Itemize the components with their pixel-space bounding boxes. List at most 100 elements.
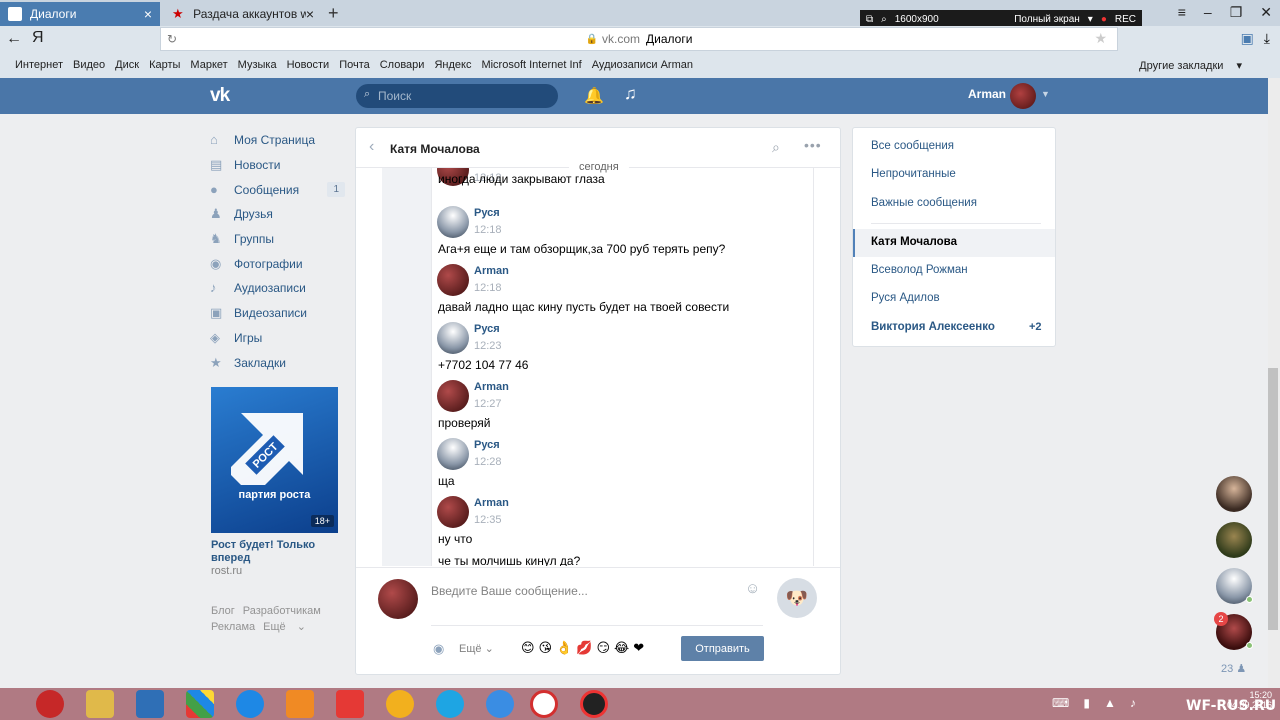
bookmark-item[interactable]: Новости <box>287 59 330 71</box>
dialog-item[interactable]: Всеволод Рожман <box>871 264 968 276</box>
avatar[interactable] <box>437 496 469 528</box>
new-tab-button[interactable]: + <box>328 3 339 24</box>
attach-more-button[interactable]: Ещё ⌄ <box>459 642 494 655</box>
yandex-browser-icon[interactable] <box>530 690 558 718</box>
power-icon[interactable] <box>36 690 64 718</box>
bookmark-item[interactable]: Интернет <box>15 59 63 71</box>
media-player-icon[interactable] <box>286 690 314 718</box>
app-icon[interactable] <box>136 690 164 718</box>
bookmark-item[interactable]: Microsoft Internet Inf <box>481 59 581 71</box>
chevron-down-icon[interactable]: ▼ <box>1041 89 1050 99</box>
footer-more[interactable]: Ещё ⌄ <box>263 621 306 633</box>
chevron-down-icon[interactable]: ▾ <box>1088 14 1093 25</box>
app-c-icon[interactable] <box>486 690 514 718</box>
close-icon[interactable]: × <box>306 6 314 22</box>
bookmark-item[interactable]: Музыка <box>238 59 277 71</box>
back-arrow-icon[interactable]: ← <box>6 30 22 48</box>
folder-icon[interactable] <box>86 690 114 718</box>
dialog-item[interactable]: Виктория Алексеенко <box>871 321 995 333</box>
nav-item-messages[interactable]: ● Сообщения 1 <box>210 177 345 202</box>
avatar[interactable] <box>437 322 469 354</box>
bell-icon[interactable]: 🔔 <box>584 86 604 106</box>
download-icon[interactable]: ⤓ <box>1264 30 1270 47</box>
recorder-icon[interactable] <box>580 690 608 718</box>
filter-unread[interactable]: Непрочитанные <box>871 168 956 180</box>
nav-item-news[interactable]: ▤ Новости <box>210 153 345 178</box>
other-bookmarks[interactable]: Другие закладки ▾ <box>1139 59 1242 72</box>
volume-icon[interactable]: ♪ <box>1130 696 1136 710</box>
nav-item-video[interactable]: ▣ Видеозаписи <box>210 301 345 326</box>
battery-icon[interactable]: ▮ <box>1083 696 1090 710</box>
friend-avatar[interactable]: 2 <box>1214 612 1253 650</box>
message-author[interactable]: Руся <box>474 207 500 219</box>
user-name[interactable]: Arman <box>968 87 1006 101</box>
friend-avatar[interactable] <box>1216 568 1253 604</box>
filter-important[interactable]: Важные сообщения <box>871 197 977 209</box>
bookmark-item[interactable]: Диск <box>115 59 139 71</box>
search-icon[interactable]: ⌕ <box>772 139 780 156</box>
bookmark-item[interactable]: Видео <box>73 59 105 71</box>
message-author[interactable]: Руся <box>474 323 500 335</box>
dialog-item[interactable]: Катя Мочалова <box>871 236 957 248</box>
keyboard-icon[interactable]: ⌨ <box>1052 696 1069 710</box>
menu-icon[interactable]: ≡ <box>1178 4 1186 21</box>
music-note-icon[interactable]: ♫ <box>624 84 637 104</box>
message-author[interactable]: Arman <box>474 497 509 509</box>
address-bar[interactable]: ↻ 🔒 vk.com Диалоги ★ <box>160 27 1118 51</box>
nav-item-groups[interactable]: ♞ Группы <box>210 227 345 252</box>
message-author[interactable]: Arman <box>474 265 509 277</box>
more-dots-icon[interactable]: ••• <box>804 137 822 153</box>
bookmark-item[interactable]: Аудиозаписи Arman <box>592 59 693 71</box>
chat-title[interactable]: Катя Мочалова <box>390 142 480 156</box>
tab-dialogs[interactable]: Диалоги × <box>0 2 160 26</box>
send-button[interactable]: Отправить <box>681 636 764 661</box>
recorder-rec[interactable]: REC <box>1115 14 1136 25</box>
chevron-left-icon[interactable]: ‹ <box>369 138 374 156</box>
vk-logo-icon[interactable]: vk <box>210 85 240 106</box>
bookmark-item[interactable]: Маркет <box>190 59 227 71</box>
bookmark-item[interactable]: Карты <box>149 59 180 71</box>
search-input[interactable]: ⌕ Поиск <box>356 84 558 108</box>
quick-emoji-bar[interactable]: 😊😘👌💋😏😂❤ <box>521 640 648 656</box>
nav-item-games[interactable]: ◈ Игры <box>210 326 345 351</box>
bookmark-item[interactable]: Словари <box>380 59 425 71</box>
restore-icon[interactable]: ❐ <box>1230 4 1243 21</box>
footer-dev[interactable]: Разработчикам <box>243 605 321 617</box>
nav-item-my-page[interactable]: ⌂ Моя Страница <box>210 128 345 153</box>
nav-item-audio[interactable]: ♪ Аудиозаписи <box>210 276 345 301</box>
ad-url[interactable]: rost.ru <box>211 565 242 577</box>
camera-icon[interactable]: ◉ <box>433 641 444 657</box>
reload-icon[interactable]: ↻ <box>167 32 177 46</box>
avatar[interactable] <box>437 380 469 412</box>
yandex-icon[interactable] <box>336 690 364 718</box>
friend-avatar[interactable] <box>1216 476 1252 512</box>
bookmark-item[interactable]: Яндекс <box>434 59 471 71</box>
ad-banner[interactable]: РОСТ партия роста 18+ <box>211 387 338 533</box>
internet-explorer-icon[interactable] <box>236 690 264 718</box>
footer-blog[interactable]: Блог <box>211 605 235 617</box>
footer-ads[interactable]: Реклама <box>211 621 255 633</box>
close-window-icon[interactable]: ✕ <box>1260 4 1272 21</box>
nav-item-friends[interactable]: ♟ Друзья <box>210 202 345 227</box>
nav-item-photos[interactable]: ◉ Фотографии <box>210 251 345 276</box>
scrollbar-thumb[interactable] <box>1268 368 1278 630</box>
nav-item-bookmarks[interactable]: ★ Закладки <box>210 350 345 375</box>
bookmark-item[interactable]: Почта <box>339 59 370 71</box>
recorder-mode[interactable]: Полный экран <box>1014 14 1080 25</box>
signal-icon[interactable]: ▲ <box>1104 696 1116 710</box>
rubik-cube-icon[interactable] <box>186 690 214 718</box>
message-input[interactable]: Введите Ваше сообщение... <box>431 582 763 626</box>
minimize-icon[interactable]: – <box>1204 4 1212 21</box>
bookmark-star-icon[interactable]: ★ <box>1094 30 1107 47</box>
tab-warface[interactable]: ★ Раздача аккаунтов warface × <box>164 2 322 26</box>
smile-icon[interactable]: ☺ <box>745 580 760 597</box>
recorder-window-icon[interactable]: ⧉ <box>866 14 873 25</box>
friends-online-count[interactable]: 23 ♟ <box>1221 662 1246 675</box>
friend-avatar[interactable] <box>1216 522 1252 558</box>
yandex-logo-icon[interactable]: Я <box>32 29 44 47</box>
page-scrollbar[interactable] <box>1268 78 1280 688</box>
picture-icon[interactable]: ▣ <box>1241 30 1254 47</box>
ad-title[interactable]: Рост будет! Только вперед <box>211 539 341 565</box>
skype-icon[interactable] <box>436 690 464 718</box>
avatar[interactable] <box>437 264 469 296</box>
